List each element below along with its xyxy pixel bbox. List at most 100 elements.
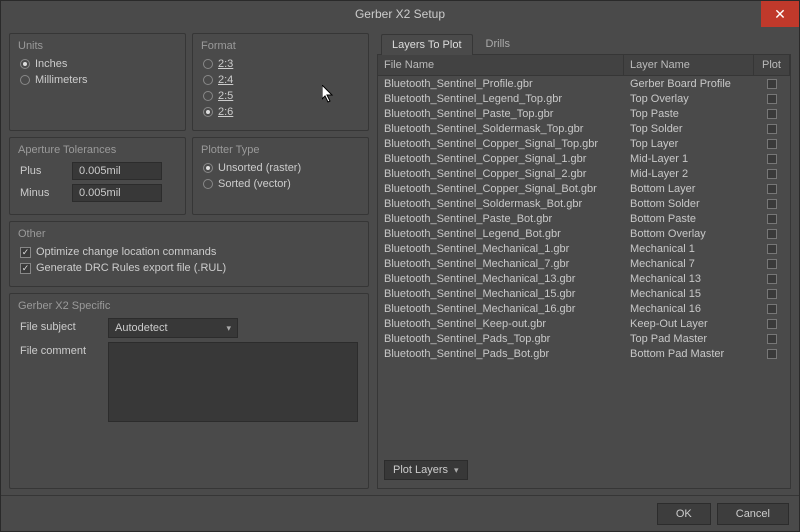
radio-icon	[203, 179, 213, 189]
tab-drills[interactable]: Drills	[475, 33, 521, 54]
radio-icon	[203, 59, 213, 69]
file-subject-label: File subject	[20, 318, 100, 333]
table-row[interactable]: Bluetooth_Sentinel_Mechanical_16.gbrMech…	[378, 301, 790, 316]
plot-checkbox[interactable]	[767, 184, 777, 194]
file-comment-label: File comment	[20, 342, 100, 357]
table-row[interactable]: Bluetooth_Sentinel_Legend_Bot.gbrBottom …	[378, 226, 790, 241]
x2-title: Gerber X2 Specific	[18, 300, 360, 312]
dialog-content: Units Inches Millimeters Format 2:3 2:4 2:5…	[1, 27, 799, 495]
table-row[interactable]: Bluetooth_Sentinel_Profile.gbrGerber Boa…	[378, 76, 790, 91]
radio-icon	[203, 163, 213, 173]
plot-checkbox[interactable]	[767, 334, 777, 344]
titlebar: Gerber X2 Setup ✕	[1, 1, 799, 27]
right-column: Layers To Plot Drills File Name Layer Na…	[377, 33, 791, 489]
format-title: Format	[201, 40, 360, 52]
plot-checkbox[interactable]	[767, 139, 777, 149]
cell-plot	[754, 106, 790, 121]
plot-checkbox[interactable]	[767, 154, 777, 164]
format-option-2[interactable]: 2:5	[203, 90, 358, 102]
plotter-label: Unsorted (raster)	[218, 162, 301, 174]
table-row[interactable]: Bluetooth_Sentinel_Keep-out.gbrKeep-Out …	[378, 316, 790, 331]
table-row[interactable]: Bluetooth_Sentinel_Legend_Top.gbrTop Ove…	[378, 91, 790, 106]
plot-checkbox[interactable]	[767, 259, 777, 269]
plot-checkbox[interactable]	[767, 274, 777, 284]
file-subject-select[interactable]: Autodetect	[108, 318, 238, 338]
table-row[interactable]: Bluetooth_Sentinel_Copper_Signal_1.gbrMi…	[378, 151, 790, 166]
cell-plot	[754, 271, 790, 286]
table-row[interactable]: Bluetooth_Sentinel_Paste_Top.gbrTop Past…	[378, 106, 790, 121]
format-option-1[interactable]: 2:4	[203, 74, 358, 86]
plus-input[interactable]	[72, 162, 162, 180]
table-row[interactable]: Bluetooth_Sentinel_Soldermask_Bot.gbrBot…	[378, 196, 790, 211]
table-row[interactable]: Bluetooth_Sentinel_Copper_Signal_2.gbrMi…	[378, 166, 790, 181]
cell-file-name: Bluetooth_Sentinel_Legend_Bot.gbr	[378, 226, 624, 241]
table-row[interactable]: Bluetooth_Sentinel_Copper_Signal_Bot.gbr…	[378, 181, 790, 196]
col-plot[interactable]: Plot	[754, 55, 790, 75]
other-option-0[interactable]: Optimize change location commands	[20, 246, 358, 258]
cell-file-name: Bluetooth_Sentinel_Mechanical_16.gbr	[378, 301, 624, 316]
cell-layer-name: Mechanical 1	[624, 241, 754, 256]
cell-layer-name: Gerber Board Profile	[624, 76, 754, 91]
table-row[interactable]: Bluetooth_Sentinel_Mechanical_7.gbrMecha…	[378, 256, 790, 271]
plotter-option-0[interactable]: Unsorted (raster)	[203, 162, 358, 174]
cell-layer-name: Keep-Out Layer	[624, 316, 754, 331]
cell-plot	[754, 226, 790, 241]
cell-plot	[754, 286, 790, 301]
plot-checkbox[interactable]	[767, 319, 777, 329]
plot-checkbox[interactable]	[767, 289, 777, 299]
close-button[interactable]: ✕	[761, 1, 799, 27]
other-option-1[interactable]: Generate DRC Rules export file (.RUL)	[20, 262, 358, 274]
table-row[interactable]: Bluetooth_Sentinel_Mechanical_15.gbrMech…	[378, 286, 790, 301]
cell-plot	[754, 181, 790, 196]
table-row[interactable]: Bluetooth_Sentinel_Mechanical_13.gbrMech…	[378, 271, 790, 286]
plot-checkbox[interactable]	[767, 214, 777, 224]
cell-layer-name: Bottom Layer	[624, 181, 754, 196]
x2-group: Gerber X2 Specific File subject Autodete…	[9, 293, 369, 489]
plot-checkbox[interactable]	[767, 304, 777, 314]
table-row[interactable]: Bluetooth_Sentinel_Pads_Top.gbrTop Pad M…	[378, 331, 790, 346]
units-option-0[interactable]: Inches	[20, 58, 175, 70]
cell-layer-name: Bottom Pad Master	[624, 346, 754, 361]
plot-checkbox[interactable]	[767, 244, 777, 254]
plot-checkbox[interactable]	[767, 94, 777, 104]
minus-input[interactable]	[72, 184, 162, 202]
plot-checkbox[interactable]	[767, 79, 777, 89]
cell-plot	[754, 256, 790, 271]
tab-layers[interactable]: Layers To Plot	[381, 34, 473, 55]
cell-plot	[754, 151, 790, 166]
table-row[interactable]: Bluetooth_Sentinel_Copper_Signal_Top.gbr…	[378, 136, 790, 151]
plotter-option-1[interactable]: Sorted (vector)	[203, 178, 358, 190]
cell-file-name: Bluetooth_Sentinel_Soldermask_Bot.gbr	[378, 196, 624, 211]
units-label: Millimeters	[35, 74, 88, 86]
radio-icon	[203, 107, 213, 117]
col-layer-name[interactable]: Layer Name	[624, 55, 754, 75]
plot-layers-button[interactable]: Plot Layers	[384, 460, 468, 480]
table-body[interactable]: Bluetooth_Sentinel_Profile.gbrGerber Boa…	[378, 76, 790, 452]
plotter-group: Plotter Type Unsorted (raster)Sorted (ve…	[192, 137, 369, 215]
close-icon: ✕	[774, 6, 786, 23]
plot-checkbox[interactable]	[767, 199, 777, 209]
table-row[interactable]: Bluetooth_Sentinel_Pads_Bot.gbrBottom Pa…	[378, 346, 790, 361]
plot-checkbox[interactable]	[767, 124, 777, 134]
cell-layer-name: Top Solder	[624, 121, 754, 136]
aperture-title: Aperture Tolerances	[18, 144, 177, 156]
plot-checkbox[interactable]	[767, 229, 777, 239]
plot-checkbox[interactable]	[767, 349, 777, 359]
ok-button[interactable]: OK	[657, 503, 711, 525]
format-option-3[interactable]: 2:6	[203, 106, 358, 118]
table-row[interactable]: Bluetooth_Sentinel_Soldermask_Top.gbrTop…	[378, 121, 790, 136]
plot-checkbox[interactable]	[767, 169, 777, 179]
table-row[interactable]: Bluetooth_Sentinel_Paste_Bot.gbrBottom P…	[378, 211, 790, 226]
col-file-name[interactable]: File Name	[378, 55, 624, 75]
table-row[interactable]: Bluetooth_Sentinel_Mechanical_1.gbrMecha…	[378, 241, 790, 256]
cancel-button[interactable]: Cancel	[717, 503, 789, 525]
dialog-title: Gerber X2 Setup	[355, 7, 445, 21]
format-option-0[interactable]: 2:3	[203, 58, 358, 70]
minus-label: Minus	[20, 187, 64, 199]
file-comment-textarea[interactable]	[108, 342, 358, 422]
plot-checkbox[interactable]	[767, 109, 777, 119]
cell-file-name: Bluetooth_Sentinel_Soldermask_Top.gbr	[378, 121, 624, 136]
units-title: Units	[18, 40, 177, 52]
other-group: Other Optimize change location commandsG…	[9, 221, 369, 287]
units-option-1[interactable]: Millimeters	[20, 74, 175, 86]
